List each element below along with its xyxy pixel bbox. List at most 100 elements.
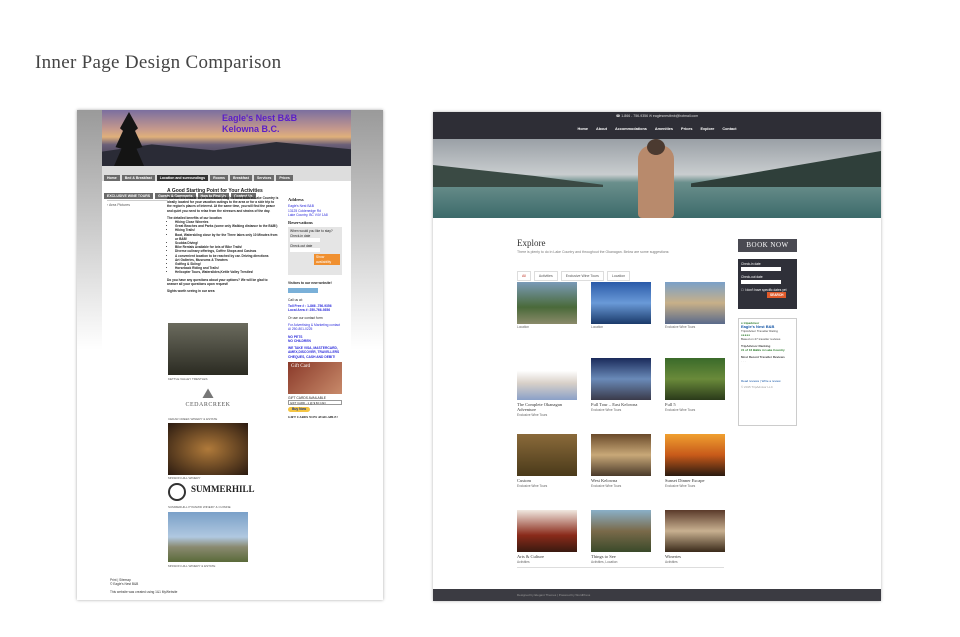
checkout-input[interactable]	[741, 280, 781, 284]
menu-item[interactable]: Contact	[722, 127, 736, 131]
hero-mountain-right	[691, 151, 881, 187]
card-title[interactable]: Full Tour – East Kelowna	[591, 402, 651, 407]
card-image[interactable]	[591, 510, 651, 552]
card-image[interactable]	[517, 282, 577, 324]
card-category: Exclusive Wine Tours	[517, 484, 548, 488]
local-number: Local Area #: 250-766-9356	[288, 308, 331, 313]
filter-tab[interactable]: All	[517, 271, 531, 281]
card-title[interactable]: The Complete Okanagan Adventure	[517, 402, 577, 412]
search-button[interactable]: SEARCH	[767, 292, 787, 298]
card-category: Exclusive Wine Tours	[591, 408, 622, 412]
address-head: Address	[288, 197, 304, 202]
caption-trestles: KETTLE VALLEY TRESTLES	[168, 377, 208, 381]
explore-card[interactable]: Wineries Activities	[665, 510, 725, 564]
card-category: Exclusive Wine Tours	[517, 413, 548, 417]
card-image[interactable]	[517, 434, 577, 476]
explore-card[interactable]: Full Tour – East Kelowna Exclusive Wine T…	[591, 358, 651, 412]
explore-card[interactable]: Location	[517, 282, 577, 329]
explore-card[interactable]: Location	[591, 282, 651, 329]
card-image[interactable]	[665, 358, 725, 400]
old-nav-item[interactable]: Rooms	[210, 175, 228, 181]
explore-card[interactable]: Full 5 Exclusive Wine Tours	[665, 358, 725, 412]
card-title[interactable]: Full 5	[665, 402, 725, 407]
no-dates-checkbox[interactable]: ☐	[741, 288, 744, 292]
contact-form-link[interactable]: Or use our contact form	[288, 316, 342, 320]
new-site-screenshot: ☎ 1-866 - 756-9356 ✉ eaglesnestbnb@hotma…	[433, 112, 881, 601]
card-image[interactable]	[517, 358, 577, 400]
show-availability-button[interactable]: Show availability	[314, 254, 340, 265]
contact-bar: ☎ 1-866 - 756-9356 ✉ eaglesnestbnb@hotma…	[615, 114, 699, 118]
ta-rank[interactable]: #1 of 16 B&Bs in Lake Country	[741, 348, 794, 352]
filter-tab[interactable]: Location	[606, 271, 631, 281]
old-nav-item[interactable]: Bed & Breakfast	[121, 175, 155, 181]
res-checkout-select[interactable]	[290, 248, 320, 253]
no-children: NO CHILDREN	[288, 338, 311, 343]
old-nav-item[interactable]: EXCLUSIVE WINE TOURS	[104, 193, 154, 199]
card-image[interactable]	[591, 282, 651, 324]
card-category: Exclusive Wine Tours	[665, 484, 696, 488]
checkin-input[interactable]	[741, 267, 781, 271]
payments-text: WE TAKE VISA, MASTERCARD, AMEX,DISCOVER,…	[288, 346, 340, 359]
explore-card[interactable]: Sunset Dinner Escape Exclusive Wine Tours	[665, 434, 725, 488]
card-image[interactable]	[665, 434, 725, 476]
page-title: Inner Page Design Comparison	[35, 52, 282, 73]
card-title[interactable]: West Kelowna	[591, 478, 651, 483]
filter-tab[interactable]: Activities	[533, 271, 558, 281]
checkin-label: Check-in date	[741, 262, 761, 266]
booking-form: Check-in date Check-out date ☐ I don't h…	[738, 259, 797, 309]
filter-tab[interactable]: Exclusive Wine Tours	[560, 271, 604, 281]
card-title[interactable]: Things to See	[591, 554, 651, 559]
card-image[interactable]	[665, 510, 725, 552]
res-checkin-select[interactable]	[290, 238, 320, 243]
explore-card[interactable]: Arts & Culture Activities	[517, 510, 577, 564]
ta-links[interactable]: Read reviews | Write a review	[741, 379, 794, 383]
ta-copyright: © 2015 TripAdvisor LLC	[741, 385, 773, 389]
explore-card[interactable]: Things to See Activities, Location	[591, 510, 651, 564]
gift-select[interactable]: GIFT CARD - 1 @ $ 60 CAN	[288, 400, 342, 406]
hero-mountain-left	[433, 165, 603, 187]
old-nav-item[interactable]: Home	[104, 175, 120, 181]
card-image[interactable]	[591, 358, 651, 400]
menu-item[interactable]: Accommodations	[615, 127, 647, 131]
explore-card[interactable]: The Complete Okanagan Adventure Exclusive…	[517, 358, 577, 417]
menu-item[interactable]: Home	[577, 127, 588, 131]
cedarcreek-logo: ⛰ CEDARCREEK	[185, 385, 231, 408]
card-title[interactable]: Arts & Culture	[517, 554, 577, 559]
card-category: Location	[591, 325, 604, 329]
card-image[interactable]	[591, 434, 651, 476]
old-left-nav-item[interactable]: › Area Pictures	[107, 200, 167, 207]
gift-card-image: Gift Card	[288, 362, 342, 395]
book-now-button[interactable]: BOOK NOW	[738, 239, 797, 252]
old-credit: This website was created using 1&1 MyWeb…	[110, 590, 178, 594]
buy-now-button[interactable]: Buy Now	[288, 407, 311, 412]
menu-item[interactable]: About	[596, 127, 607, 131]
caption-summerhill: SUMMERHILL PYRAMID WINERY & CUISINE	[168, 505, 231, 509]
card-image[interactable]	[517, 510, 577, 552]
old-nav-item[interactable]: Location and surroundings	[156, 175, 209, 181]
card-title[interactable]: Sunset Dinner Escape	[665, 478, 725, 483]
visitors-text: Visitors to our new website!	[288, 281, 332, 286]
explore-card[interactable]: Custom Exclusive Wine Tours	[517, 434, 577, 488]
ta-reviews: Based on 27 traveller reviews	[741, 337, 781, 341]
old-nav-item[interactable]: Services	[253, 175, 275, 181]
menu-item[interactable]: Amenities	[655, 127, 673, 131]
menu-item[interactable]: Prices	[681, 127, 692, 131]
old-nav-item[interactable]: Prices	[276, 175, 293, 181]
banner-title-line1: Eagle's Nest B&B	[222, 113, 298, 123]
explore-card[interactable]: Exclusive Wine Tours	[665, 282, 725, 329]
new-header: ☎ 1-866 - 756-9356 ✉ eaglesnestbnb@hotma…	[433, 112, 881, 139]
address-line3: Lake Country, BC V4V 1A8	[288, 212, 328, 217]
left-gradient	[77, 110, 102, 350]
right-gradient	[351, 110, 383, 350]
menu-item[interactable]: Explore	[700, 127, 714, 131]
reservations-head: Reservations	[288, 220, 313, 226]
old-nav-item[interactable]: Breakfast	[229, 175, 252, 181]
card-title[interactable]: Custom	[517, 478, 577, 483]
card-image[interactable]	[665, 282, 725, 324]
cellar-photo	[168, 423, 248, 475]
explore-card[interactable]: West Kelowna Exclusive Wine Tours	[591, 434, 651, 488]
card-title[interactable]: Wineries	[665, 554, 725, 559]
sights-head: Sights worth seeing in our area	[167, 289, 215, 294]
old-content: Whether it's relaxation or recreation, E…	[167, 196, 279, 293]
old-copyright: © Eagle's Nest B&B	[110, 582, 139, 586]
